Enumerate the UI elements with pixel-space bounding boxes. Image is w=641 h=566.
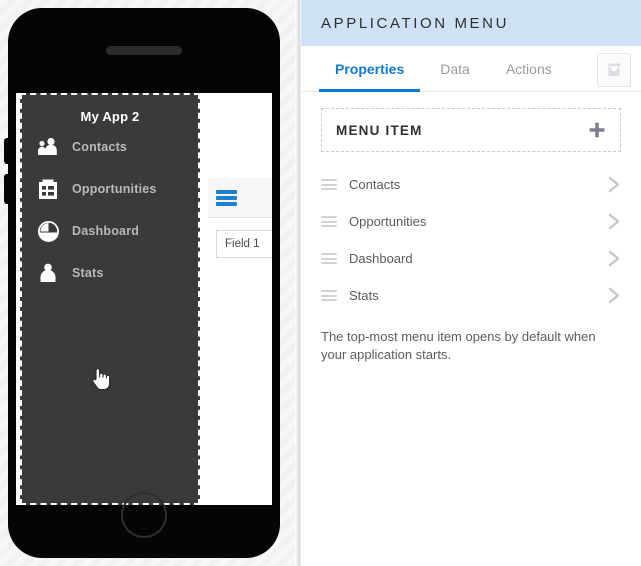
chevron-right-icon[interactable]	[608, 287, 621, 304]
app-content-area: Field 1	[208, 178, 272, 505]
list-item-label: Opportunities	[349, 214, 427, 229]
field-1-label: Field 1	[225, 238, 260, 250]
page-title: APPLICATION MENU	[321, 14, 510, 32]
tab-label: Actions	[505, 60, 552, 77]
hamburger-menu-icon[interactable]	[216, 189, 237, 206]
phone-mockup: Field 1 My App 2 Contacts Opportunities …	[4, 8, 280, 558]
sidebar-item-label: Contacts	[72, 140, 128, 154]
tab-data[interactable]: Data	[422, 46, 488, 92]
app-topbar	[208, 178, 272, 218]
phone-home-button[interactable]	[121, 492, 167, 538]
app-root: Field 1 My App 2 Contacts Opportunities …	[0, 0, 641, 566]
sidebar-item-label: Stats	[72, 266, 104, 280]
clipboard-list-icon	[36, 178, 60, 200]
list-item[interactable]: Stats	[321, 277, 621, 314]
person-icon	[36, 262, 60, 284]
sidebar-item-opportunities[interactable]: Opportunities	[20, 170, 200, 208]
app-sidebar-selected[interactable]: My App 2 Contacts Opportunities Dashboar…	[20, 93, 200, 505]
tab-properties[interactable]: Properties	[317, 46, 422, 92]
list-item-label: Stats	[349, 288, 379, 303]
chevron-right-icon[interactable]	[608, 213, 621, 230]
sidebar-item-dashboard[interactable]: Dashboard	[20, 212, 200, 250]
phone-speaker	[106, 46, 182, 55]
phone-volume-down-button[interactable]	[4, 174, 9, 204]
list-item[interactable]: Contacts	[321, 166, 621, 203]
drag-handle-icon[interactable]	[321, 253, 337, 264]
list-item-label: Contacts	[349, 177, 401, 192]
phone-volume-up-button[interactable]	[4, 138, 9, 164]
drag-handle-icon[interactable]	[321, 290, 337, 301]
section-label: MENU ITEM	[336, 122, 423, 138]
sidebar-item-label: Dashboard	[72, 224, 140, 238]
sidebar-item-contacts[interactable]: Contacts	[20, 128, 200, 166]
sidebar-item-label: Opportunities	[72, 182, 157, 196]
chevron-right-icon[interactable]	[608, 176, 621, 193]
tab-label: Properties	[335, 60, 405, 77]
archive-box-button[interactable]	[597, 53, 631, 87]
list-item[interactable]: Dashboard	[321, 240, 621, 277]
plus-icon[interactable]	[588, 121, 606, 139]
tab-actions[interactable]: Actions	[488, 46, 570, 92]
drag-handle-icon[interactable]	[321, 179, 337, 190]
menu-items-list: Contacts Opportunities Dashboard Stats	[321, 166, 621, 314]
tabbar: Properties Data Actions	[301, 46, 641, 92]
inspector-body: MENU ITEM Contacts Opportunities Dashboa…	[301, 92, 641, 364]
chevron-right-icon[interactable]	[608, 250, 621, 267]
archive-box-icon	[607, 63, 621, 77]
sidebar-item-stats[interactable]: Stats	[20, 254, 200, 292]
list-item[interactable]: Opportunities	[321, 203, 621, 240]
drag-handle-icon[interactable]	[321, 216, 337, 227]
field-1-input[interactable]: Field 1	[216, 230, 272, 258]
hint-text: The top-most menu item opens by default …	[321, 329, 596, 362]
list-item-label: Dashboard	[349, 251, 413, 266]
inspector-panel: APPLICATION MENU Properties Data Actions	[301, 0, 641, 566]
menu-item-section-header: MENU ITEM	[321, 108, 621, 152]
device-preview-pane: Field 1 My App 2 Contacts Opportunities …	[0, 0, 301, 566]
tab-label: Data	[440, 60, 470, 77]
app-title: My App 2	[80, 109, 140, 124]
hand-pointer-cursor	[90, 365, 112, 391]
inspector-header: APPLICATION MENU	[301, 0, 641, 46]
pie-chart-icon	[36, 220, 60, 242]
contacts-people-icon	[36, 136, 60, 158]
